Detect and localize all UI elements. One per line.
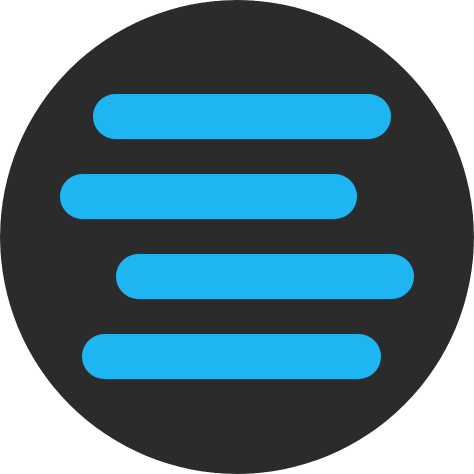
menu-lines-icon[interactable] — [0, 0, 474, 474]
menu-line-2 — [60, 174, 357, 219]
menu-line-1 — [93, 94, 391, 139]
icon-canvas — [0, 0, 474, 474]
circle-background — [0, 0, 474, 474]
menu-lines-icon-graphic — [0, 0, 474, 474]
menu-line-3 — [116, 254, 414, 299]
menu-line-4 — [82, 334, 381, 379]
